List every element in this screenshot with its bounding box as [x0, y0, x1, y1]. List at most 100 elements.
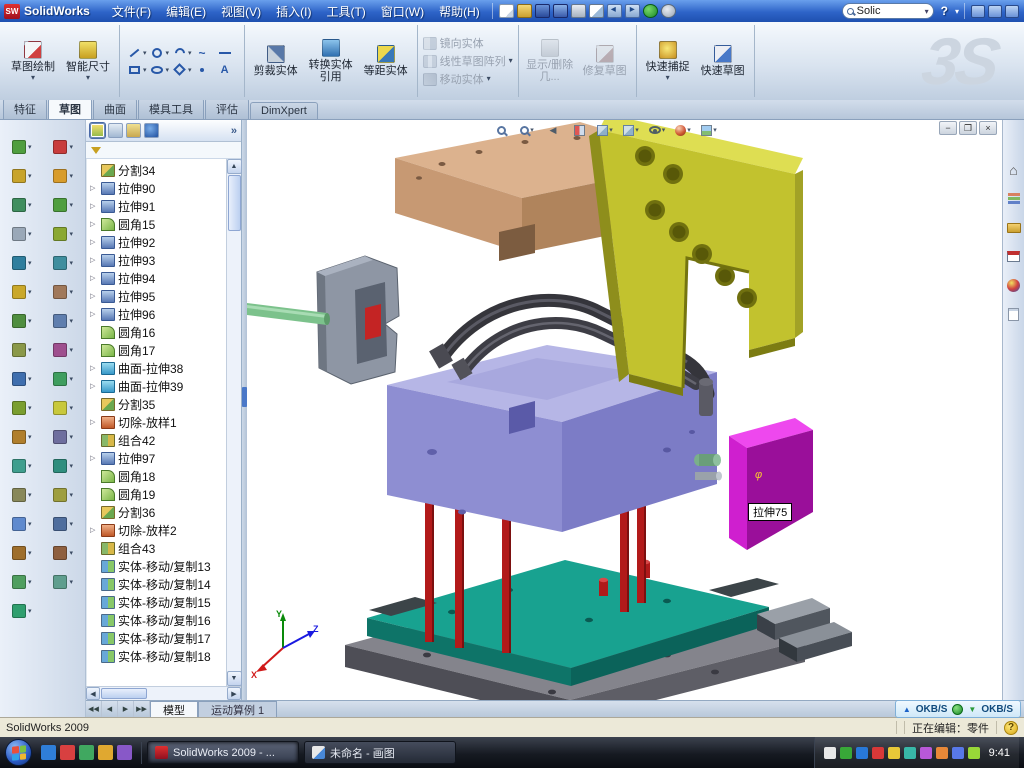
- zoom-area-button[interactable]: ▾: [516, 121, 538, 139]
- repair-sketch-button[interactable]: 修复草图: [579, 45, 631, 77]
- chevron-down-icon[interactable]: ▾: [609, 126, 613, 134]
- tree-item[interactable]: ▷ 拉伸90: [87, 179, 226, 197]
- menu-item[interactable]: 插入(I): [269, 1, 318, 22]
- tree-item[interactable]: ▷ 曲面-拉伸38: [87, 359, 226, 377]
- chevron-down-icon[interactable]: ▾: [28, 404, 32, 412]
- polygon-tool[interactable]: ▾: [172, 62, 192, 77]
- feature-tool-button[interactable]: ▾: [53, 227, 73, 241]
- scrollbar-thumb[interactable]: [101, 688, 147, 699]
- chevron-down-icon[interactable]: ▾: [143, 49, 147, 57]
- centerline-tool[interactable]: [217, 45, 237, 60]
- tray-icon[interactable]: [920, 747, 932, 759]
- menu-item[interactable]: 文件(F): [105, 1, 158, 22]
- next-tab-icon[interactable]: ▶: [118, 701, 134, 717]
- chevron-down-icon[interactable]: ▾: [28, 433, 32, 441]
- chevron-down-icon[interactable]: ▾: [69, 201, 73, 209]
- point-tool[interactable]: [195, 62, 215, 77]
- feature-tool-button[interactable]: ▾: [12, 459, 32, 473]
- tree-item[interactable]: ▷ 拉伸95: [87, 287, 226, 305]
- previous-tab-icon[interactable]: ◀: [102, 701, 118, 717]
- feature-tool-button[interactable]: ▾: [53, 256, 73, 270]
- line-tool[interactable]: ▾: [127, 45, 147, 60]
- scroll-up-icon[interactable]: ▲: [227, 159, 242, 174]
- expand-arrow-icon[interactable]: ▷: [90, 310, 98, 318]
- restore-icon[interactable]: ❐: [959, 121, 977, 135]
- quick-launch-icon[interactable]: [117, 745, 132, 760]
- chevron-down-icon[interactable]: ▾: [69, 462, 73, 470]
- chevron-down-icon[interactable]: ▾: [69, 375, 73, 383]
- tree-horizontal-scrollbar[interactable]: ◀ ▶: [86, 686, 241, 700]
- feature-tool-button[interactable]: ▾: [53, 401, 73, 415]
- tray-icon[interactable]: [904, 747, 916, 759]
- quick-launch-icon[interactable]: [98, 745, 113, 760]
- tree-item[interactable]: ▷ 实体-移动/复制18: [87, 647, 226, 665]
- feature-tool-button[interactable]: ▾: [53, 372, 73, 386]
- chevron-down-icon[interactable]: ▾: [509, 58, 513, 64]
- chevron-down-icon[interactable]: ▾: [925, 7, 929, 16]
- taskbar-button-solidworks[interactable]: SolidWorks 2009 - ...: [147, 741, 299, 764]
- custom-properties-button[interactable]: [1006, 307, 1022, 322]
- feature-tool-button[interactable]: ▾: [53, 546, 73, 560]
- taskbar-button-paint[interactable]: 未命名 - 画图: [304, 741, 456, 764]
- smart-dimension-button[interactable]: 智能尺寸 ▾: [62, 41, 114, 81]
- new-document-icon[interactable]: [499, 4, 514, 18]
- tree-item[interactable]: ▷ 拉伸91: [87, 197, 226, 215]
- feature-tree-tab-icon[interactable]: [90, 123, 105, 138]
- view-orientation-button[interactable]: ▾: [594, 121, 616, 139]
- tree-item[interactable]: ▷ 圆角19: [87, 485, 226, 503]
- chevron-down-icon[interactable]: ▾: [28, 346, 32, 354]
- menu-item[interactable]: 窗口(W): [374, 1, 431, 22]
- chevron-down-icon[interactable]: ▾: [28, 462, 32, 470]
- tree-filter-row[interactable]: [86, 142, 241, 159]
- undo-icon[interactable]: [607, 4, 622, 18]
- save-icon[interactable]: [535, 4, 550, 18]
- 3d-model-view[interactable]: φ: [247, 120, 1002, 700]
- sketch-button[interactable]: 草图绘制 ▾: [7, 41, 59, 81]
- arc-tool[interactable]: ▾: [172, 45, 192, 60]
- menu-item[interactable]: 视图(V): [214, 1, 268, 22]
- circle-tool[interactable]: ▾: [150, 45, 170, 60]
- feature-tool-button[interactable]: ▾: [12, 517, 32, 531]
- chevron-down-icon[interactable]: ▾: [666, 75, 670, 81]
- feature-tool-button[interactable]: ▾: [12, 430, 32, 444]
- hide-show-items-button[interactable]: ▾: [646, 121, 668, 139]
- expand-arrow-icon[interactable]: ▷: [90, 256, 98, 264]
- chevron-down-icon[interactable]: ▾: [188, 49, 192, 57]
- graphics-viewport[interactable]: φ: [247, 120, 1002, 700]
- apply-scene-button[interactable]: ▾: [698, 121, 720, 139]
- tray-icon[interactable]: [824, 747, 836, 759]
- rectangle-tool[interactable]: ▾: [127, 62, 147, 77]
- titlebar-tool-icon[interactable]: [1005, 5, 1019, 18]
- model-tab[interactable]: 运动算例 1: [198, 701, 277, 717]
- trim-entities-button[interactable]: 剪裁实体: [250, 45, 302, 77]
- chevron-down-icon[interactable]: ▾: [143, 66, 147, 74]
- expand-arrow-icon[interactable]: ▷: [90, 202, 98, 210]
- tray-icon[interactable]: [952, 747, 964, 759]
- chevron-down-icon[interactable]: ▾: [635, 126, 639, 134]
- tray-icon[interactable]: [936, 747, 948, 759]
- edit-appearance-button[interactable]: ▾: [672, 121, 694, 139]
- chevron-down-icon[interactable]: ▾: [28, 288, 32, 296]
- search-box[interactable]: Solic ▾: [842, 3, 934, 19]
- chevron-down-icon[interactable]: ▾: [69, 549, 73, 557]
- chevron-down-icon[interactable]: ▾: [28, 520, 32, 528]
- tray-icon[interactable]: [888, 747, 900, 759]
- tree-item[interactable]: ▷ 拉伸97: [87, 449, 226, 467]
- feature-tool-button[interactable]: ▾: [53, 343, 73, 357]
- expand-arrow-icon[interactable]: ▷: [90, 454, 98, 462]
- chevron-down-icon[interactable]: ▾: [69, 520, 73, 528]
- chevron-down-icon[interactable]: ▾: [86, 75, 90, 81]
- tree-item[interactable]: ▷ 拉伸96: [87, 305, 226, 323]
- tree-item[interactable]: ▷ 拉伸92: [87, 233, 226, 251]
- display-pane-chevron-icon[interactable]: »: [231, 125, 237, 137]
- print-preview-icon[interactable]: [589, 4, 604, 18]
- mirror-entities-button[interactable]: 镜向实体: [423, 35, 513, 51]
- appearances-button[interactable]: [1006, 278, 1022, 293]
- menu-item[interactable]: 工具(T): [319, 1, 372, 22]
- chevron-down-icon[interactable]: ▾: [530, 126, 534, 134]
- tree-item[interactable]: ▷ 拉伸94: [87, 269, 226, 287]
- scroll-down-icon[interactable]: ▼: [227, 671, 242, 686]
- expand-arrow-icon[interactable]: ▷: [90, 526, 98, 534]
- move-entities-button[interactable]: 移动实体 ▾: [423, 71, 513, 87]
- chevron-down-icon[interactable]: ▾: [713, 126, 717, 134]
